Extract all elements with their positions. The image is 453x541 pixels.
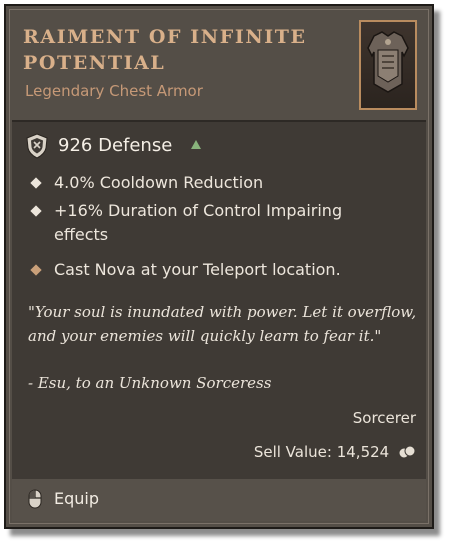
item-name-line1: RAIMENT OF INFINITE — [23, 26, 307, 48]
defense-value: 926 Defense — [58, 135, 173, 156]
item-details: 926 Defense 4.0% Cooldown Reduction +16%… — [12, 122, 426, 479]
sell-value-label: Sell Value: — [253, 443, 332, 461]
legendary-power-text: Cast Nova at your Teleport location. — [54, 260, 341, 279]
up-arrow-icon — [191, 140, 201, 149]
sell-value-amount: 14,524 — [336, 443, 390, 461]
diamond-bullet-icon — [30, 205, 42, 217]
equip-button[interactable]: Equip — [54, 489, 99, 508]
sell-value: Sell Value: 14,524 — [254, 443, 416, 461]
flavor-quote: "Your soul is inundated with power. Let … — [28, 303, 417, 345]
affix-text: +16% Duration of Control Impairing effec… — [54, 201, 343, 244]
tooltip-header: RAIMENT OF INFINITE POTENTIAL Legendary … — [12, 12, 426, 120]
mouse-button-icon — [28, 489, 42, 509]
item-name: RAIMENT OF INFINITE POTENTIAL — [23, 24, 323, 76]
diamond-bullet-icon — [30, 177, 42, 189]
flavor-author: - Esu, to an Unknown Sorceress — [28, 374, 272, 392]
affix-text: 4.0% Cooldown Reduction — [54, 173, 264, 192]
tooltip-footer: Equip — [12, 479, 426, 521]
item-tooltip: RAIMENT OF INFINITE POTENTIAL Legendary … — [4, 4, 434, 529]
item-name-line2: POTENTIAL — [23, 52, 166, 74]
legendary-diamond-icon — [30, 264, 42, 276]
shield-icon — [26, 133, 48, 159]
class-requirement: Sorcerer — [352, 409, 416, 427]
item-type: Legendary Chest Armor — [25, 82, 203, 100]
gold-coin-icon — [398, 445, 416, 459]
chest-armor-icon — [367, 31, 409, 93]
item-portrait — [359, 20, 417, 110]
